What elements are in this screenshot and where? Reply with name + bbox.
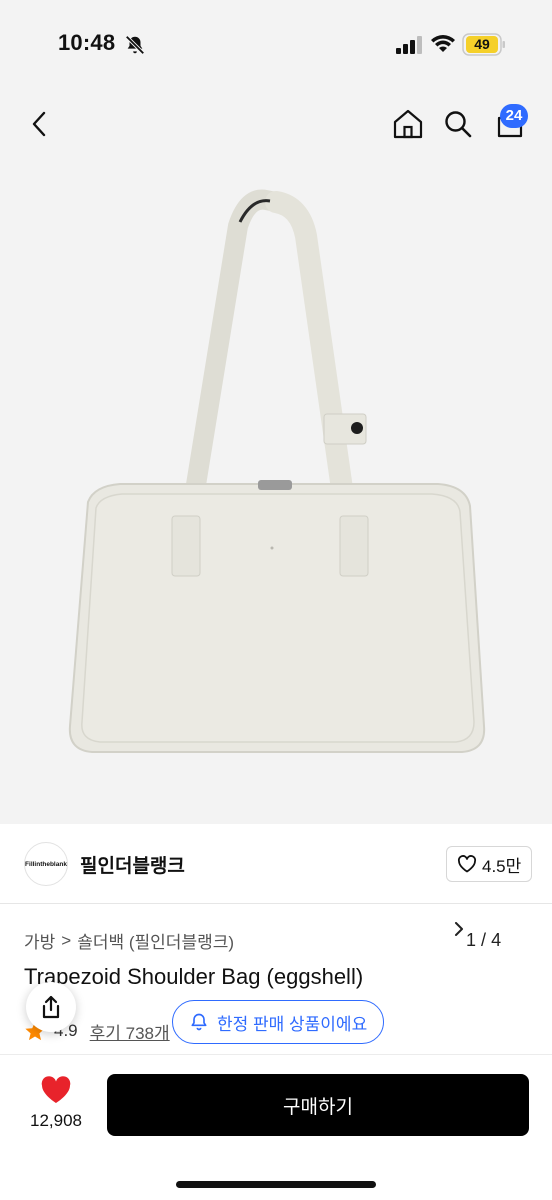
top-navigation [0,92,552,156]
breadcrumb-item-subcategory[interactable]: 숄더백 (필인더블랭크) [77,928,234,953]
limited-sale-label: 한정 판매 상품이에요 [217,1014,368,1034]
bell-icon [191,1013,207,1031]
share-button[interactable] [26,982,76,1032]
limited-sale-notice[interactable]: 한정 판매 상품이에요 [172,1000,385,1044]
heart-filled-icon[interactable] [40,1075,72,1105]
breadcrumb-item-category[interactable]: 가방 [24,928,55,953]
heart-outline-icon [457,855,477,873]
cart-count-badge: 24 [500,104,528,128]
search-icon [445,111,472,138]
breadcrumb: 가방 > 숄더백 (필인더블랭크) [24,928,234,953]
product-image [68,189,486,753]
search-button[interactable] [438,104,478,144]
home-indicator [176,1181,376,1188]
home-icon [393,109,423,139]
chevron-right-icon [455,922,463,936]
buy-button[interactable]: 구매하기 [107,1074,529,1136]
brand-like-button[interactable]: 4.5만 [446,846,533,882]
share-icon [42,995,60,1019]
bottom-action-bar: 12,908 구매하기 [0,1054,552,1200]
status-bar: 10:48 49 [0,0,552,92]
wifi-icon [431,35,455,52]
brand-row: Fillintheblank 필인더블랭크 4.5만 [0,824,552,904]
brand-like-count: 4.5만 [482,856,522,876]
pager-text: 1 / 4 [466,929,502,950]
bell-slash-icon [125,35,145,55]
back-chevron-icon [32,111,46,137]
status-time: 10:48 [58,30,116,55]
image-pager[interactable]: 1 / 4 [454,922,514,958]
product-image-gallery[interactable]: 1 / 4 [0,156,552,958]
brand-name[interactable]: 필인더블랭크 [80,851,185,878]
breadcrumb-separator: > [61,930,72,950]
signal-icon [396,36,422,54]
battery-level: 49 [466,36,498,53]
reviews-link[interactable]: 후기 738개 [90,1019,170,1044]
brand-logo[interactable]: Fillintheblank [24,842,68,886]
back-button[interactable] [20,104,60,144]
wish-count: 12,908 [30,1111,82,1130]
home-button[interactable] [388,104,428,144]
product-title: Trapezoid Shoulder Bag (eggshell) [24,964,364,989]
